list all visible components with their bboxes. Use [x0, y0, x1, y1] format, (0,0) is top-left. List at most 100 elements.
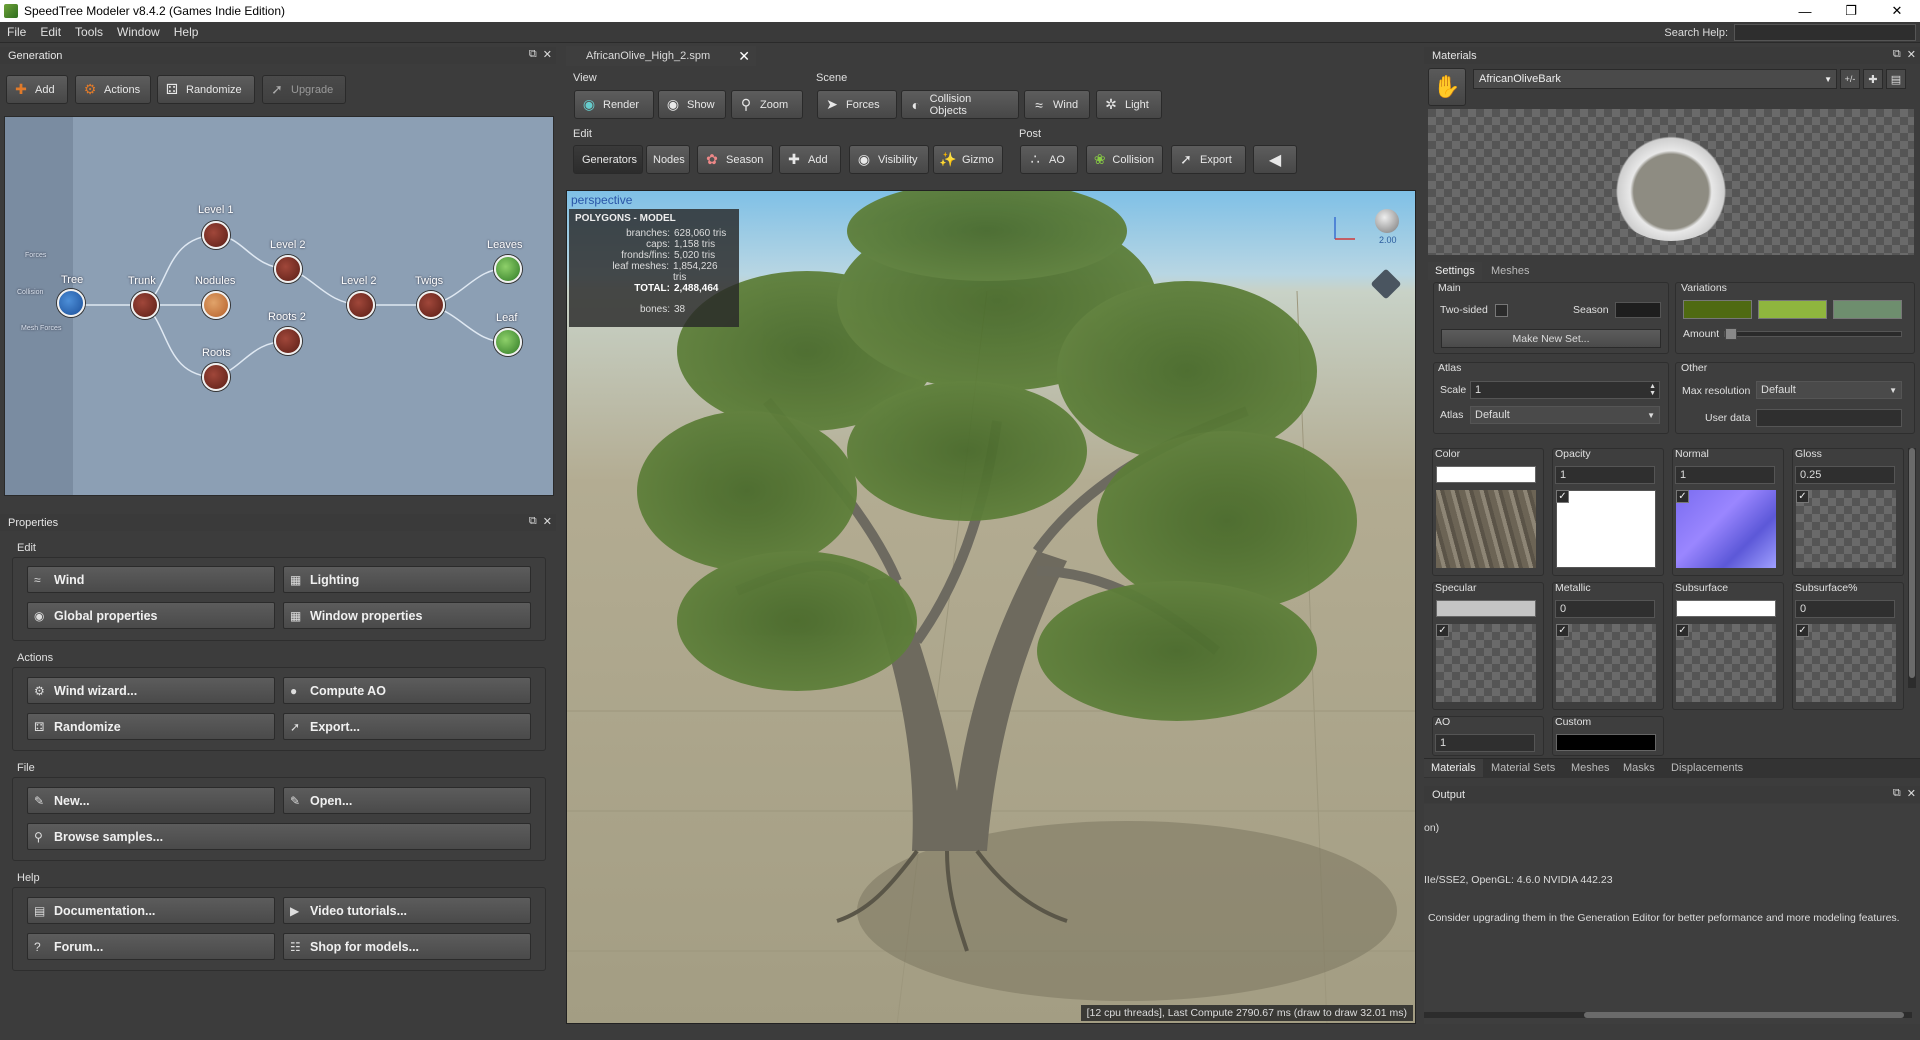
gloss-enable-checkbox[interactable]: ✓: [1796, 490, 1809, 503]
float-icon[interactable]: ⧉: [529, 515, 537, 528]
output-log[interactable]: on) IIe/SSE2, OpenGL: 4.6.0 NVIDIA 442.2…: [1424, 804, 1920, 1024]
back-arrow-button[interactable]: ◀: [1253, 145, 1297, 174]
window-properties-button[interactable]: ▦ Window properties: [283, 602, 531, 629]
node-twigs[interactable]: [417, 291, 445, 319]
node-nodules[interactable]: [202, 291, 230, 319]
minimize-button[interactable]: —: [1782, 0, 1828, 22]
hand-tool-button[interactable]: ✋: [1428, 68, 1466, 106]
show-button[interactable]: ◉ Show: [658, 90, 726, 119]
nodes-button[interactable]: Nodes: [646, 145, 690, 174]
node-trunk[interactable]: [131, 291, 159, 319]
browse-samples-button[interactable]: ⚲ Browse samples...: [27, 823, 531, 850]
compute-ao-button[interactable]: ● Compute AO: [283, 677, 531, 704]
add-edit-button[interactable]: ✚ Add: [779, 145, 841, 174]
close-icon[interactable]: ✕: [543, 515, 552, 528]
node-leaves[interactable]: [494, 255, 522, 283]
specular-swatch[interactable]: [1436, 600, 1536, 617]
specular-texture-thumbnail[interactable]: [1436, 624, 1536, 702]
menu-file[interactable]: File: [0, 25, 33, 39]
export-prop-button[interactable]: ➚ Export...: [283, 713, 531, 740]
specular-enable-checkbox[interactable]: ✓: [1436, 624, 1449, 637]
wind-scene-button[interactable]: ≈ Wind: [1024, 90, 1090, 119]
shop-button[interactable]: ☷ Shop for models...: [283, 933, 531, 960]
variation-color-2[interactable]: [1758, 300, 1827, 319]
close-icon[interactable]: ✕: [543, 48, 552, 61]
export-button[interactable]: ➚ Export: [1171, 145, 1246, 174]
atlas-select[interactable]: Default ▼: [1470, 406, 1660, 424]
close-window-button[interactable]: ✕: [1874, 0, 1920, 22]
custom-swatch[interactable]: [1556, 734, 1656, 751]
bottom-tab-materials[interactable]: Materials: [1424, 759, 1483, 777]
node-roots[interactable]: [202, 363, 230, 391]
generators-button[interactable]: Generators: [573, 145, 643, 174]
add-button[interactable]: ✚ Add: [6, 75, 68, 104]
ao-button[interactable]: ∴ AO: [1020, 145, 1078, 174]
scale-spinbox[interactable]: 1 ▲ ▼: [1470, 381, 1660, 399]
metallic-texture-thumbnail[interactable]: [1556, 624, 1656, 702]
wind-wizard-button[interactable]: ⚙ Wind wizard...: [27, 677, 275, 704]
materials-scroll-thumb[interactable]: [1909, 448, 1915, 678]
subsurface-percent-texture-thumbnail[interactable]: [1796, 624, 1896, 702]
light-bulb-icon[interactable]: [1375, 209, 1399, 233]
randomize-button[interactable]: ⚃ Randomize: [157, 75, 255, 104]
season-color-swatch[interactable]: [1615, 302, 1661, 318]
float-icon[interactable]: ⧉: [1893, 48, 1901, 61]
lighting-button[interactable]: ▦ Lighting: [283, 566, 531, 593]
metallic-spinbox[interactable]: 0: [1555, 600, 1655, 618]
close-tab-icon[interactable]: ✕: [738, 48, 750, 65]
gloss-texture-thumbnail[interactable]: [1796, 490, 1896, 568]
add-material-button[interactable]: ✚: [1863, 69, 1883, 89]
output-hscroll-thumb[interactable]: [1584, 1012, 1904, 1018]
subsurface-texture-thumbnail[interactable]: [1676, 624, 1776, 702]
season-button[interactable]: ✿ Season: [697, 145, 773, 174]
normal-spinbox[interactable]: 1: [1675, 466, 1775, 484]
node-leaf[interactable]: [494, 328, 522, 356]
subsurface-swatch[interactable]: [1676, 600, 1776, 617]
tab-settings[interactable]: Settings: [1428, 262, 1482, 280]
global-properties-button[interactable]: ◉ Global properties: [27, 602, 275, 629]
menu-edit[interactable]: Edit: [33, 25, 68, 39]
paste-material-button[interactable]: ▤: [1886, 69, 1906, 89]
variation-color-3[interactable]: [1833, 300, 1902, 319]
bottom-tab-material-sets[interactable]: Material Sets: [1484, 759, 1562, 777]
close-icon[interactable]: ✕: [1907, 48, 1916, 61]
upgrade-button[interactable]: ➚ Upgrade: [262, 75, 346, 104]
gloss-spinbox[interactable]: 0.25: [1795, 466, 1895, 484]
variation-color-1[interactable]: [1683, 300, 1752, 319]
node-tree[interactable]: [57, 289, 85, 317]
normal-texture-thumbnail[interactable]: [1676, 490, 1776, 568]
plus-minus-button[interactable]: +/-: [1840, 69, 1860, 89]
gizmo-button[interactable]: ✨ Gizmo: [933, 145, 1003, 174]
max-resolution-select[interactable]: Default ▼: [1756, 381, 1902, 399]
subsurface-enable-checkbox[interactable]: ✓: [1676, 624, 1689, 637]
menu-help[interactable]: Help: [167, 25, 206, 39]
user-data-input[interactable]: [1756, 409, 1902, 427]
forum-button[interactable]: ? Forum...: [27, 933, 275, 960]
bottom-tab-masks[interactable]: Masks: [1616, 759, 1662, 777]
actions-button[interactable]: ⚙ Actions: [75, 75, 151, 104]
amount-slider[interactable]: [1724, 328, 1902, 340]
node-roots2[interactable]: [274, 327, 302, 355]
visibility-button[interactable]: ◉ Visibility: [849, 145, 929, 174]
metallic-enable-checkbox[interactable]: ✓: [1556, 624, 1569, 637]
make-new-set-button[interactable]: Make New Set...: [1441, 329, 1661, 348]
search-help-input[interactable]: [1734, 24, 1916, 41]
documentation-button[interactable]: ▤ Documentation...: [27, 897, 275, 924]
color-swatch-white[interactable]: [1436, 466, 1536, 483]
subsurface-percent-spinbox[interactable]: 0: [1795, 600, 1895, 618]
wind-button[interactable]: ≈ Wind: [27, 566, 275, 593]
randomize-prop-button[interactable]: ⚃ Randomize: [27, 713, 275, 740]
open-button[interactable]: ✎ Open...: [283, 787, 531, 814]
collision-post-button[interactable]: ❀ Collision: [1086, 145, 1163, 174]
material-preview[interactable]: [1428, 109, 1914, 255]
normal-enable-checkbox[interactable]: ✓: [1676, 490, 1689, 503]
bottom-tab-meshes[interactable]: Meshes: [1564, 759, 1617, 777]
node-level1[interactable]: [202, 221, 230, 249]
new-button[interactable]: ✎ New...: [27, 787, 275, 814]
menu-window[interactable]: Window: [110, 25, 167, 39]
materials-scrollbar[interactable]: [1908, 448, 1916, 688]
opacity-texture-thumbnail[interactable]: [1556, 490, 1656, 568]
document-tab[interactable]: AfricanOlive_High_2.spm ✕: [566, 46, 756, 66]
collision-objects-button[interactable]: ◐ Collision Objects: [901, 90, 1019, 119]
close-icon[interactable]: ✕: [1907, 787, 1916, 800]
